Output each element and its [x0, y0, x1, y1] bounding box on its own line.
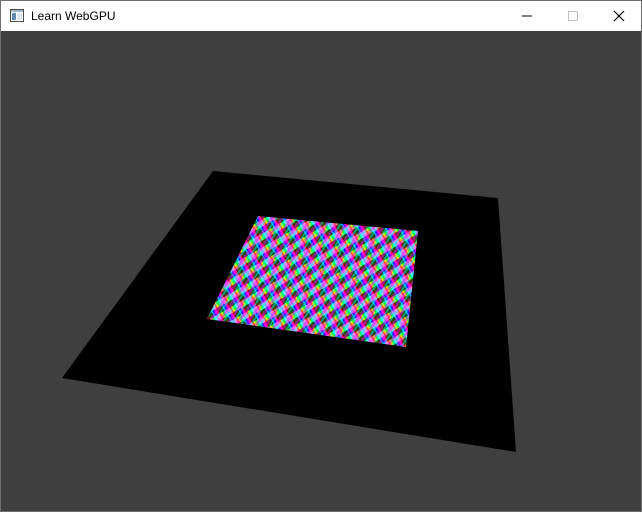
3d-scene: [62, 171, 516, 452]
window-title: Learn WebGPU: [31, 9, 116, 23]
title-bar[interactable]: Learn WebGPU: [1, 1, 641, 31]
maximize-icon: [568, 11, 578, 21]
maximize-button[interactable]: [550, 1, 596, 31]
app-window: Learn WebGPU: [0, 0, 642, 512]
render-viewport[interactable]: [1, 31, 641, 511]
close-icon: [613, 10, 625, 22]
close-button[interactable]: [596, 1, 642, 31]
window-app-icon: [10, 9, 24, 22]
minimize-button[interactable]: [504, 1, 550, 31]
minimize-icon: [522, 15, 532, 17]
